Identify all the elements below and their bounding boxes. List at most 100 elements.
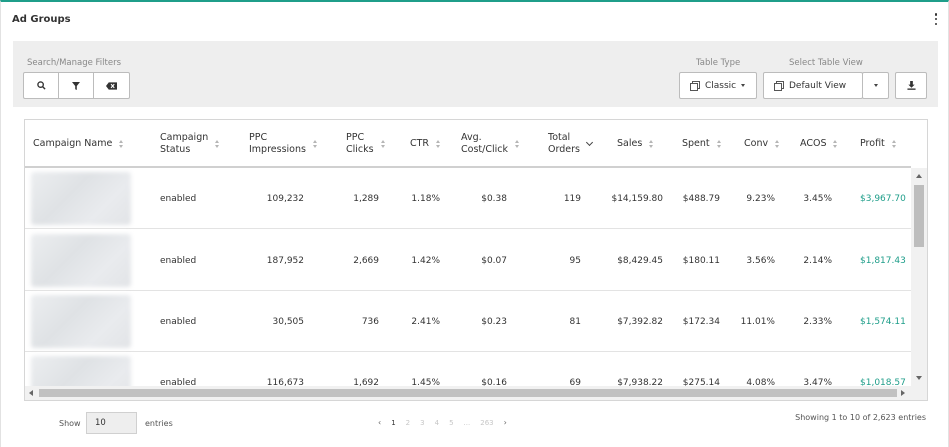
campaign-name-redacted (31, 172, 131, 225)
cell-clicks: 2,669 (353, 255, 379, 266)
page-button-last[interactable]: 263 (480, 419, 493, 427)
entries-label: entries (145, 419, 173, 428)
cell-status: enabled (160, 316, 197, 327)
cell-status: enabled (160, 255, 197, 266)
scroll-left-icon[interactable] (29, 390, 33, 396)
campaign-name-redacted (31, 234, 131, 287)
cell-ctr: 1.42% (411, 255, 440, 266)
col-campaign-status[interactable]: Campaign Status (160, 120, 220, 168)
cell-orders: 95 (569, 255, 581, 266)
col-campaign-name[interactable]: Campaign Name (33, 120, 124, 168)
cell-spent: $172.34 (682, 316, 720, 327)
table-row[interactable]: enabled 187,952 2,669 1.42% $0.07 95 $8,… (25, 230, 911, 291)
cell-status: enabled (160, 193, 197, 204)
next-page-button[interactable]: › (504, 418, 507, 427)
cell-profit: $3,967.70 (860, 193, 906, 204)
table-row[interactable]: enabled 109,232 1,289 1.18% $0.38 119 $1… (25, 168, 911, 229)
download-button[interactable] (895, 72, 927, 99)
cell-orders: 81 (569, 316, 581, 327)
chevron-down-icon (873, 84, 878, 87)
cell-spent: $488.79 (682, 193, 720, 204)
scroll-up-icon[interactable] (916, 174, 922, 178)
col-conv[interactable]: Conv (744, 120, 780, 168)
col-acos[interactable]: ACOS (800, 120, 838, 168)
cell-clicks: 736 (361, 316, 379, 327)
more-options-icon[interactable] (934, 13, 938, 25)
vertical-scrollbar[interactable] (911, 168, 927, 386)
table-type-value: Classic (705, 80, 737, 91)
search-filter-button[interactable] (24, 73, 59, 98)
cell-profit: $1,817.43 (860, 255, 906, 266)
table-type-dropdown[interactable]: Classic (679, 72, 757, 99)
page-button-5[interactable]: 5 (449, 419, 453, 427)
ad-groups-card: Ad Groups Search/Manage Filters Table Ty… (0, 0, 949, 447)
page-button-2[interactable]: 2 (406, 419, 410, 427)
filter-bar: Search/Manage Filters Table Type Classic… (13, 41, 938, 107)
table-view-select[interactable]: Default View (763, 72, 863, 99)
cell-acos: 3.45% (803, 193, 832, 204)
download-icon (906, 81, 916, 90)
cell-ctr: 1.18% (411, 193, 440, 204)
scroll-right-icon[interactable] (901, 390, 905, 396)
pagination: ‹ 1 2 3 4 5 ... 263 › (378, 418, 517, 427)
show-label: Show (59, 419, 81, 428)
cell-profit: $1,574.11 (860, 316, 906, 327)
col-ctr[interactable]: CTR (410, 120, 441, 168)
cell-ctr: 2.41% (411, 316, 440, 327)
cell-conv: 9.23% (746, 193, 775, 204)
scroll-down-icon[interactable] (916, 376, 922, 380)
search-manage-filters-label: Search/Manage Filters (27, 58, 122, 68)
card-title: Ad Groups (12, 14, 71, 25)
col-profit[interactable]: Profit (860, 120, 896, 168)
cell-cpc: $0.23 (481, 316, 507, 327)
col-avg-cost-click[interactable]: Avg. Cost/Click (461, 120, 519, 168)
col-ppc-clicks[interactable]: PPC Clicks (346, 120, 385, 168)
filter-button-group (23, 72, 130, 99)
campaign-name-redacted (31, 295, 131, 348)
table-row[interactable]: enabled 30,505 736 2.41% $0.23 81 $7,392… (25, 291, 911, 352)
table-view-value: Default View (789, 80, 847, 91)
page-button-1[interactable]: 1 (391, 419, 395, 427)
cell-conv: 3.56% (746, 255, 775, 266)
col-ppc-impressions[interactable]: PPC Impressions (249, 120, 317, 168)
filter-button[interactable] (59, 73, 94, 98)
cell-impressions: 109,232 (266, 193, 304, 204)
horizontal-scrollbar[interactable] (25, 386, 927, 400)
page-button-4[interactable]: 4 (435, 419, 439, 427)
copy-icon (690, 81, 700, 91)
cell-cpc: $0.07 (481, 255, 507, 266)
ad-groups-table: Campaign Name Campaign Status PPC Impressi… (24, 119, 928, 401)
copy-icon (774, 81, 784, 91)
page-ellipsis: ... (463, 418, 471, 427)
cell-acos: 2.14% (803, 255, 832, 266)
col-total-orders[interactable]: Total Orders (548, 120, 593, 168)
funnel-icon (72, 81, 80, 90)
cell-clicks: 1,289 (353, 193, 379, 204)
vertical-scroll-thumb[interactable] (914, 185, 924, 247)
backspace-icon (106, 81, 117, 90)
cell-conv: 11.01% (740, 316, 775, 327)
table-type-label: Table Type (696, 58, 741, 68)
col-sales[interactable]: Sales (617, 120, 654, 168)
cell-orders: 119 (563, 193, 581, 204)
cell-cpc: $0.38 (481, 193, 507, 204)
cell-sales: $7,392.82 (617, 316, 663, 327)
col-spent[interactable]: Spent (682, 120, 721, 168)
cell-sales: $8,429.45 (617, 255, 663, 266)
showing-entries-text: Showing 1 to 10 of 2,623 entries (795, 413, 926, 422)
table-view-dropdown-button[interactable] (862, 72, 889, 99)
cell-sales: $14,159.80 (611, 193, 663, 204)
cell-spent: $180.11 (682, 255, 720, 266)
chevron-down-icon (741, 84, 746, 87)
cell-acos: 2.33% (803, 316, 832, 327)
select-table-view-label: Select Table View (789, 58, 863, 68)
page-button-3[interactable]: 3 (420, 419, 424, 427)
cell-impressions: 30,505 (272, 316, 305, 327)
table-header: Campaign Name Campaign Status PPC Impressi… (25, 120, 911, 168)
cell-impressions: 187,952 (266, 255, 304, 266)
clear-filters-button[interactable] (94, 73, 129, 98)
prev-page-button[interactable]: ‹ (378, 418, 381, 427)
page-size-input[interactable]: 10 (86, 412, 137, 434)
horizontal-scroll-thumb[interactable] (39, 389, 897, 397)
sort-desc-icon (585, 138, 593, 147)
